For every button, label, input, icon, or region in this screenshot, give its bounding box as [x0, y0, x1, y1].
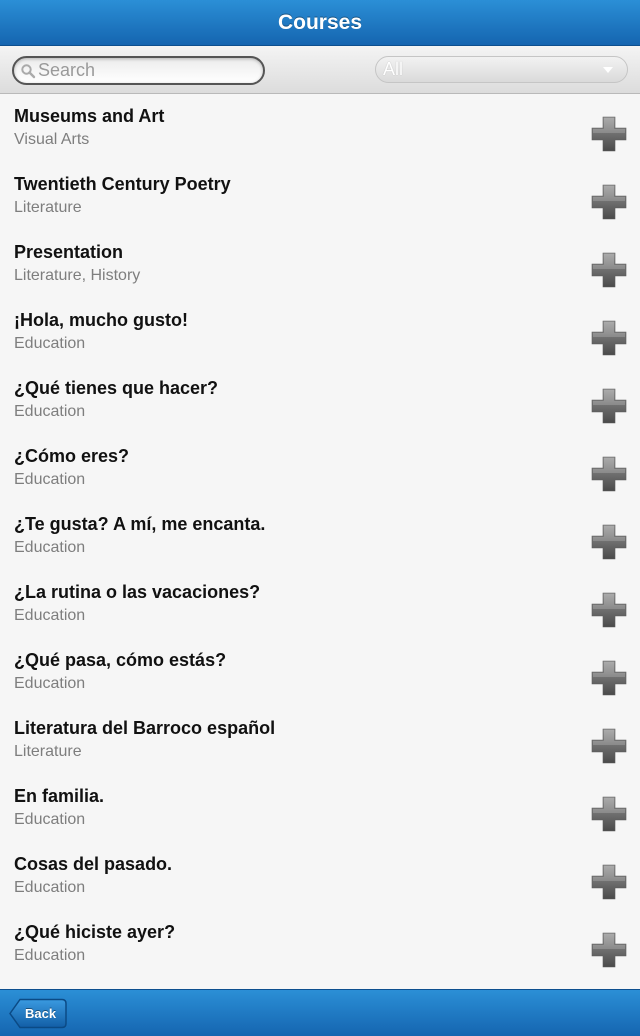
- course-category: Education: [14, 607, 86, 624]
- plus-icon[interactable]: [591, 184, 627, 220]
- plus-icon[interactable]: [591, 728, 627, 764]
- course-category: Visual Arts: [14, 131, 90, 148]
- course-list: Museums and Art Visual Arts Twentieth Cent…: [0, 95, 640, 989]
- plus-icon[interactable]: [591, 320, 627, 356]
- plus-icon[interactable]: [591, 524, 627, 560]
- course-category: Literature: [14, 199, 82, 216]
- course-list-item[interactable]: ¿La rutina o las vacaciones? Education: [0, 571, 640, 639]
- course-name: ¡Hola, mucho gusto!: [14, 310, 188, 330]
- course-list-item[interactable]: ¿Qué hiciste ayer? Education: [0, 911, 640, 979]
- course-category: Literature: [14, 743, 82, 760]
- filter-selected-value: All: [383, 59, 404, 79]
- course-category: Education: [14, 879, 86, 896]
- plus-icon[interactable]: [591, 456, 627, 492]
- plus-icon[interactable]: [591, 864, 627, 900]
- course-list-item[interactable]: ¿Qué tienes que hacer? Education: [0, 367, 640, 435]
- course-list-item[interactable]: Literatura del Barroco español Literature: [0, 707, 640, 775]
- course-category: Education: [14, 539, 86, 556]
- title-bar: Courses: [0, 0, 640, 46]
- chevron-down-icon: [603, 67, 613, 73]
- course-name: ¿Qué tienes que hacer?: [14, 378, 219, 398]
- category-filter-select[interactable]: All: [375, 56, 628, 83]
- back-button-label: Back: [25, 1006, 57, 1021]
- course-name: Literatura del Barroco español: [14, 718, 276, 738]
- plus-icon[interactable]: [591, 932, 627, 968]
- page-title: Courses: [277, 10, 363, 34]
- course-list-item[interactable]: En familia. Education: [0, 775, 640, 843]
- course-list-item[interactable]: Cosas del pasado. Education: [0, 843, 640, 911]
- plus-icon[interactable]: [591, 796, 627, 832]
- search-box[interactable]: [12, 56, 265, 85]
- course-list-item[interactable]: ¿Qué pasa, cómo estás? Education: [0, 639, 640, 707]
- plus-icon[interactable]: [591, 116, 627, 152]
- back-button[interactable]: Back: [9, 998, 67, 1029]
- course-category: Education: [14, 335, 86, 352]
- search-input[interactable]: [38, 60, 248, 81]
- course-category: Education: [14, 675, 86, 692]
- course-name: Presentation: [14, 242, 124, 262]
- course-list-item[interactable]: ¡Hola, mucho gusto! Education: [0, 299, 640, 367]
- course-category: Education: [14, 947, 86, 964]
- course-name: Cosas del pasado.: [14, 854, 173, 874]
- course-name: ¿Qué pasa, cómo estás?: [14, 650, 227, 670]
- plus-icon[interactable]: [591, 252, 627, 288]
- course-category: Education: [14, 811, 86, 828]
- course-category: Education: [14, 403, 86, 420]
- course-name: ¿Qué hiciste ayer?: [14, 922, 176, 942]
- plus-icon[interactable]: [591, 592, 627, 628]
- course-name: ¿Te gusta? A mí, me encanta.: [14, 514, 266, 534]
- course-name: Twentieth Century Poetry: [14, 174, 231, 194]
- course-category: Literature, History: [14, 267, 141, 284]
- filter-toolbar: All: [0, 46, 640, 94]
- course-list-item[interactable]: Presentation Literature, History: [0, 231, 640, 299]
- course-name: En familia.: [14, 786, 105, 806]
- course-list-item[interactable]: ¿Te gusta? A mí, me encanta. Education: [0, 503, 640, 571]
- course-category: Education: [14, 471, 86, 488]
- course-list-item[interactable]: Museums and Art Visual Arts: [0, 95, 640, 163]
- course-name: ¿Cómo eres?: [14, 446, 130, 466]
- plus-icon[interactable]: [591, 660, 627, 696]
- bottom-bar: Back: [0, 989, 640, 1036]
- course-name: ¿La rutina o las vacaciones?: [14, 582, 261, 602]
- search-icon: [21, 63, 36, 78]
- plus-icon[interactable]: [591, 388, 627, 424]
- course-list-item[interactable]: ¿Cómo eres? Education: [0, 435, 640, 503]
- course-list-item[interactable]: Twentieth Century Poetry Literature: [0, 163, 640, 231]
- course-name: Museums and Art: [14, 106, 165, 126]
